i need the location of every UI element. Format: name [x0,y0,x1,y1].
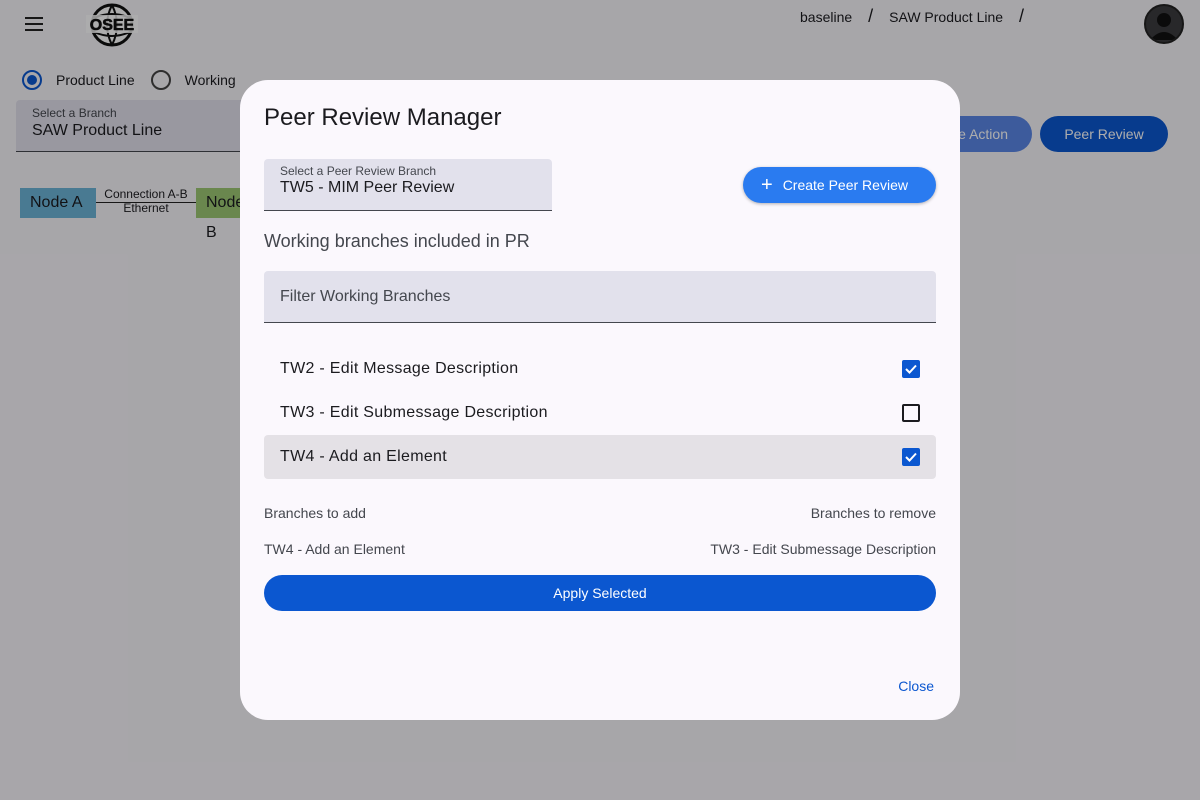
filter-working-branches-input[interactable] [264,271,936,323]
create-peer-review-label: Create Peer Review [782,177,908,193]
checkbox-unchecked-icon[interactable] [902,404,920,422]
working-branch-list: TW2 - Edit Message Description TW3 - Edi… [264,347,936,479]
checkbox-checked-icon[interactable] [902,360,920,378]
branches-to-add-heading: Branches to add [264,505,366,521]
branch-option-label: TW3 - Edit Submessage Description [280,404,548,421]
pr-select-value: TW5 - MIM Peer Review [280,179,455,196]
checkbox-checked-icon[interactable] [902,448,920,466]
branch-option-tw3[interactable]: TW3 - Edit Submessage Description [264,391,936,435]
working-branches-heading: Working branches included in PR [264,231,530,251]
peer-review-manager-dialog: Peer Review Manager Select a Peer Review… [240,80,960,720]
apply-selected-button[interactable]: Apply Selected [264,575,936,611]
branch-option-tw4[interactable]: TW4 - Add an Element [264,435,936,479]
changes-headings: Branches to add Branches to remove [264,505,936,521]
changes-values: TW4 - Add an Element TW3 - Edit Submessa… [264,541,936,557]
branches-to-add-value: TW4 - Add an Element [264,541,405,557]
dialog-title: Peer Review Manager [264,104,502,131]
branch-option-label: TW4 - Add an Element [280,448,447,465]
branch-option-label: TW2 - Edit Message Description [280,360,519,377]
plus-icon: + [761,174,773,196]
pr-select-label: Select a Peer Review Branch [280,164,437,178]
branches-to-remove-heading: Branches to remove [810,505,936,521]
branch-option-tw2[interactable]: TW2 - Edit Message Description [264,347,936,391]
peer-review-branch-select[interactable]: Select a Peer Review Branch TW5 - MIM Pe… [264,159,552,211]
close-button[interactable]: Close [872,672,936,700]
branches-to-remove-value: TW3 - Edit Submessage Description [710,541,936,557]
create-peer-review-button[interactable]: + Create Peer Review [743,167,936,203]
